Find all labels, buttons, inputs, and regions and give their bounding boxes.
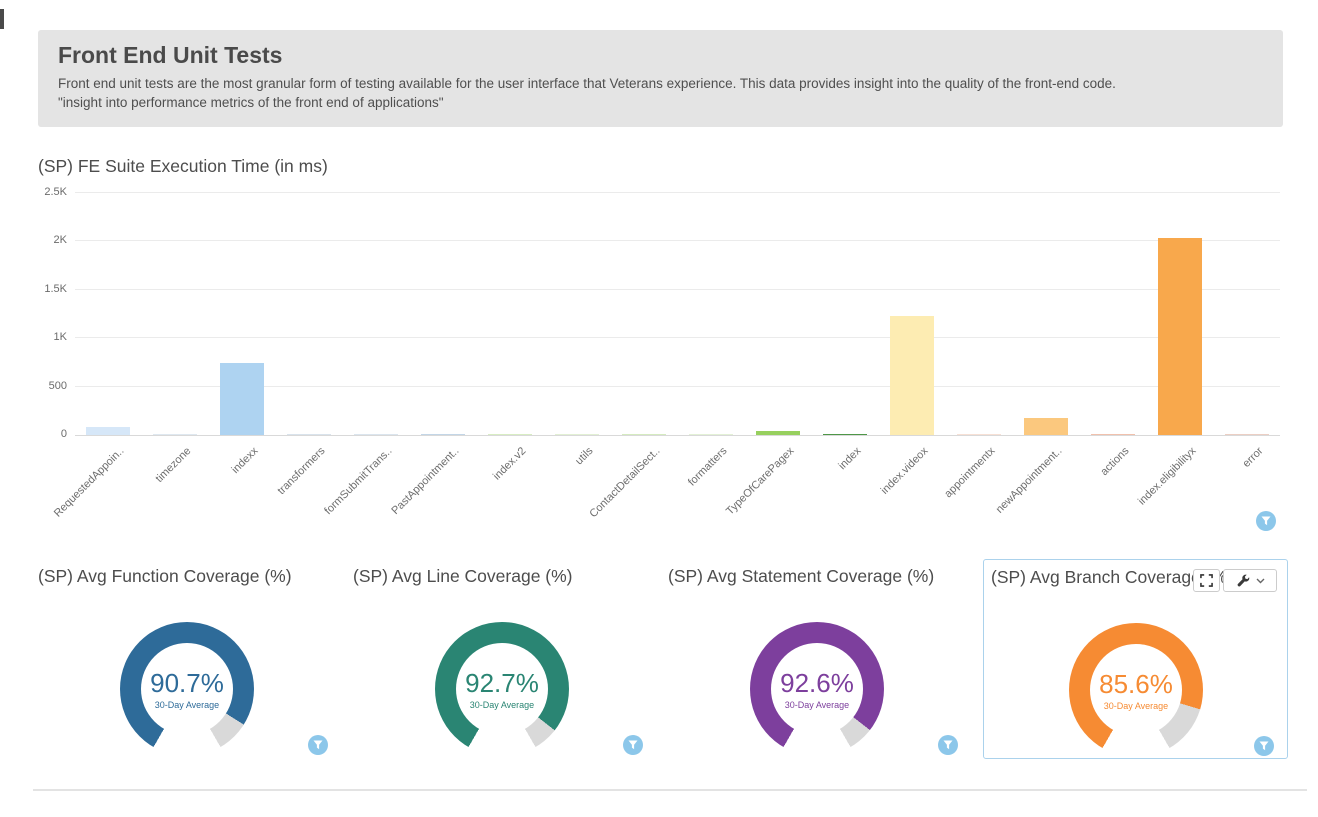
bar-RequestedAppoin-[interactable] — [86, 427, 130, 435]
x-axis-label: index.eligibilityx — [1136, 445, 1199, 508]
x-axis-label: PastAppointment.. — [390, 445, 462, 517]
panel-title-suite-execution-time: (SP) FE Suite Execution Time (in ms) — [38, 156, 328, 177]
gauge-value: 85.6% — [1099, 669, 1173, 700]
x-axis-label: index.videox — [879, 445, 931, 497]
bar-index-videox[interactable] — [890, 316, 934, 435]
gauge-value: 92.7% — [465, 668, 539, 699]
gauge-center: 85.6% 30-Day Average — [1069, 623, 1203, 757]
wrench-icon — [1236, 574, 1250, 588]
x-axis-label: ContactDetailSect.. — [587, 445, 662, 520]
x-axis-label: newAppointment.. — [993, 445, 1064, 516]
y-axis-tick-label: 2K — [25, 234, 67, 246]
y-axis-tick-label: 1K — [25, 331, 67, 343]
bottom-divider — [33, 789, 1307, 791]
x-axis-label: transformers — [276, 445, 328, 497]
x-axis-label: error — [1240, 445, 1265, 470]
panel-avg-line-coverage: (SP) Avg Line Coverage (%) 92.7% 30-Day … — [353, 556, 668, 766]
y-axis-tick-label: 2.5K — [25, 186, 67, 198]
corner-artifact — [0, 9, 4, 29]
panel-title: (SP) Avg Statement Coverage (%) — [668, 566, 934, 587]
gauge-center: 92.6% 30-Day Average — [750, 622, 884, 756]
bar-indexx[interactable] — [220, 363, 264, 435]
x-axis-label: index — [836, 445, 863, 472]
gridline — [75, 435, 1280, 436]
header-description-line2: "insight into performance metrics of the… — [58, 93, 1263, 112]
gauge-avg-branch-coverage: 85.6% 30-Day Average — [1069, 623, 1203, 757]
filter-button[interactable] — [1254, 736, 1274, 756]
bar-ContactDetailSect-[interactable] — [622, 434, 666, 435]
gauge-value: 92.6% — [780, 668, 854, 699]
gauge-avg-function-coverage: 90.7% 30-Day Average — [120, 622, 254, 756]
x-axis-label: formatters — [686, 445, 729, 488]
panel-options-button[interactable] — [1223, 569, 1277, 592]
panel-title: (SP) Avg Line Coverage (%) — [353, 566, 573, 587]
bar-timezone[interactable] — [153, 434, 197, 435]
bar-formSubmitTrans-[interactable] — [354, 434, 398, 435]
header-description-line1: Front end unit tests are the most granul… — [58, 74, 1263, 93]
gauge-avg-statement-coverage: 92.6% 30-Day Average — [750, 622, 884, 756]
bar-error[interactable] — [1225, 434, 1269, 435]
bar-TypeOfCarePagex[interactable] — [756, 431, 800, 435]
funnel-icon — [628, 740, 638, 750]
gauge-subtitle: 30-Day Average — [470, 700, 534, 710]
x-axis-label: index.v2 — [491, 445, 528, 482]
gridline — [75, 337, 1280, 338]
funnel-icon — [1261, 516, 1271, 526]
bar-actions[interactable] — [1091, 434, 1135, 435]
x-axis-label: formSubmitTrans.. — [323, 445, 395, 517]
x-axis-label: utils — [573, 445, 595, 467]
x-axis-label: appointmentx — [942, 445, 997, 500]
funnel-icon — [1259, 741, 1269, 751]
gauge-subtitle: 30-Day Average — [1104, 701, 1168, 711]
bar-index-v2[interactable] — [488, 434, 532, 435]
filter-button[interactable] — [623, 735, 643, 755]
gauge-subtitle: 30-Day Average — [155, 700, 219, 710]
gauge-value: 90.7% — [150, 668, 224, 699]
x-axis-label: indexx — [230, 445, 261, 476]
bar-transformers[interactable] — [287, 434, 331, 435]
y-axis-tick-label: 1.5K — [25, 283, 67, 295]
chevron-down-icon — [1256, 578, 1265, 584]
gauge-center: 90.7% 30-Day Average — [120, 622, 254, 756]
bar-appointmentx[interactable] — [957, 434, 1001, 435]
panel-avg-function-coverage: (SP) Avg Function Coverage (%) 90.7% 30-… — [38, 556, 353, 766]
bar-index-eligibilityx[interactable] — [1158, 238, 1202, 435]
funnel-icon — [313, 740, 323, 750]
fullscreen-icon — [1200, 574, 1213, 587]
bar-formatters[interactable] — [689, 434, 733, 435]
bar-PastAppointment-[interactable] — [421, 434, 465, 435]
bar-utils[interactable] — [555, 434, 599, 435]
bar-index[interactable] — [823, 434, 867, 435]
y-axis-tick-label: 0 — [25, 428, 67, 440]
gridline — [75, 240, 1280, 241]
gauge-center: 92.7% 30-Day Average — [435, 622, 569, 756]
filter-button[interactable] — [1256, 511, 1276, 531]
gridline — [75, 192, 1280, 193]
dashboard-header: Front End Unit Tests Front end unit test… — [38, 30, 1283, 127]
page-title: Front End Unit Tests — [58, 42, 1263, 69]
filter-button[interactable] — [938, 735, 958, 755]
x-axis-label: actions — [1098, 445, 1131, 478]
x-axis-label: timezone — [154, 445, 194, 485]
bar-newAppointment-[interactable] — [1024, 418, 1068, 435]
gridline — [75, 289, 1280, 290]
x-axis-label: TypeOfCarePagex — [724, 445, 796, 517]
gauge-avg-line-coverage: 92.7% 30-Day Average — [435, 622, 569, 756]
gauge-subtitle: 30-Day Average — [785, 700, 849, 710]
bar-chart-plot: 05001K1.5K2K2.5KRequestedAppoin..timezon… — [75, 193, 1280, 435]
y-axis-tick-label: 500 — [25, 380, 67, 392]
x-axis-label: RequestedAppoin.. — [52, 445, 127, 520]
funnel-icon — [943, 740, 953, 750]
filter-button[interactable] — [308, 735, 328, 755]
expand-panel-button[interactable] — [1193, 569, 1220, 592]
panel-title: (SP) Avg Function Coverage (%) — [38, 566, 292, 587]
panel-avg-statement-coverage: (SP) Avg Statement Coverage (%) 92.6% 30… — [668, 556, 983, 766]
